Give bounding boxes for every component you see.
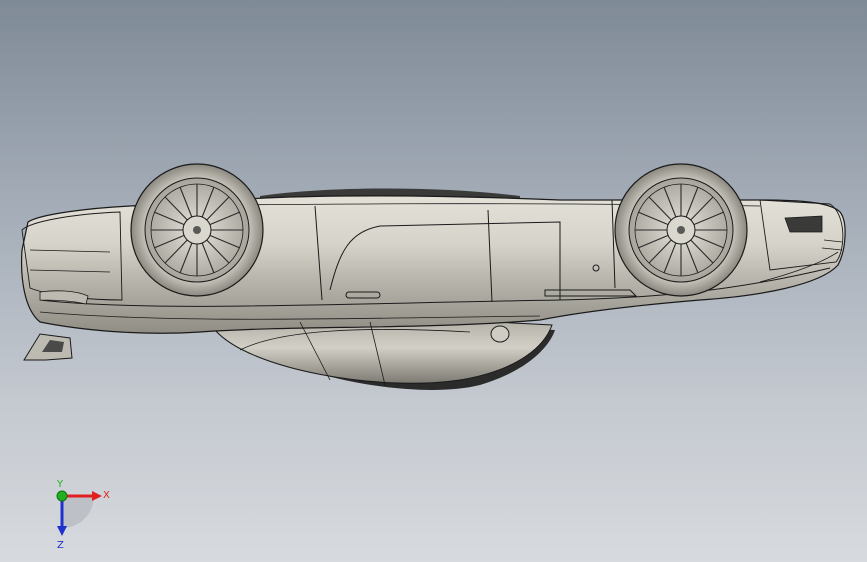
triad-quadrant <box>62 496 94 528</box>
side-mirror <box>490 325 510 343</box>
graphics-viewport[interactable]: X Y Z <box>0 0 867 562</box>
rear-exhaust <box>784 215 823 233</box>
car-model[interactable] <box>0 0 867 562</box>
y-axis-icon <box>56 490 68 502</box>
x-axis-label: X <box>103 490 110 501</box>
z-axis-label: Z <box>57 540 64 551</box>
axis-triad: X Y Z <box>56 479 110 551</box>
rear-wheel <box>614 163 748 297</box>
front-wheel <box>130 163 264 297</box>
y-axis-label: Y <box>56 479 64 490</box>
